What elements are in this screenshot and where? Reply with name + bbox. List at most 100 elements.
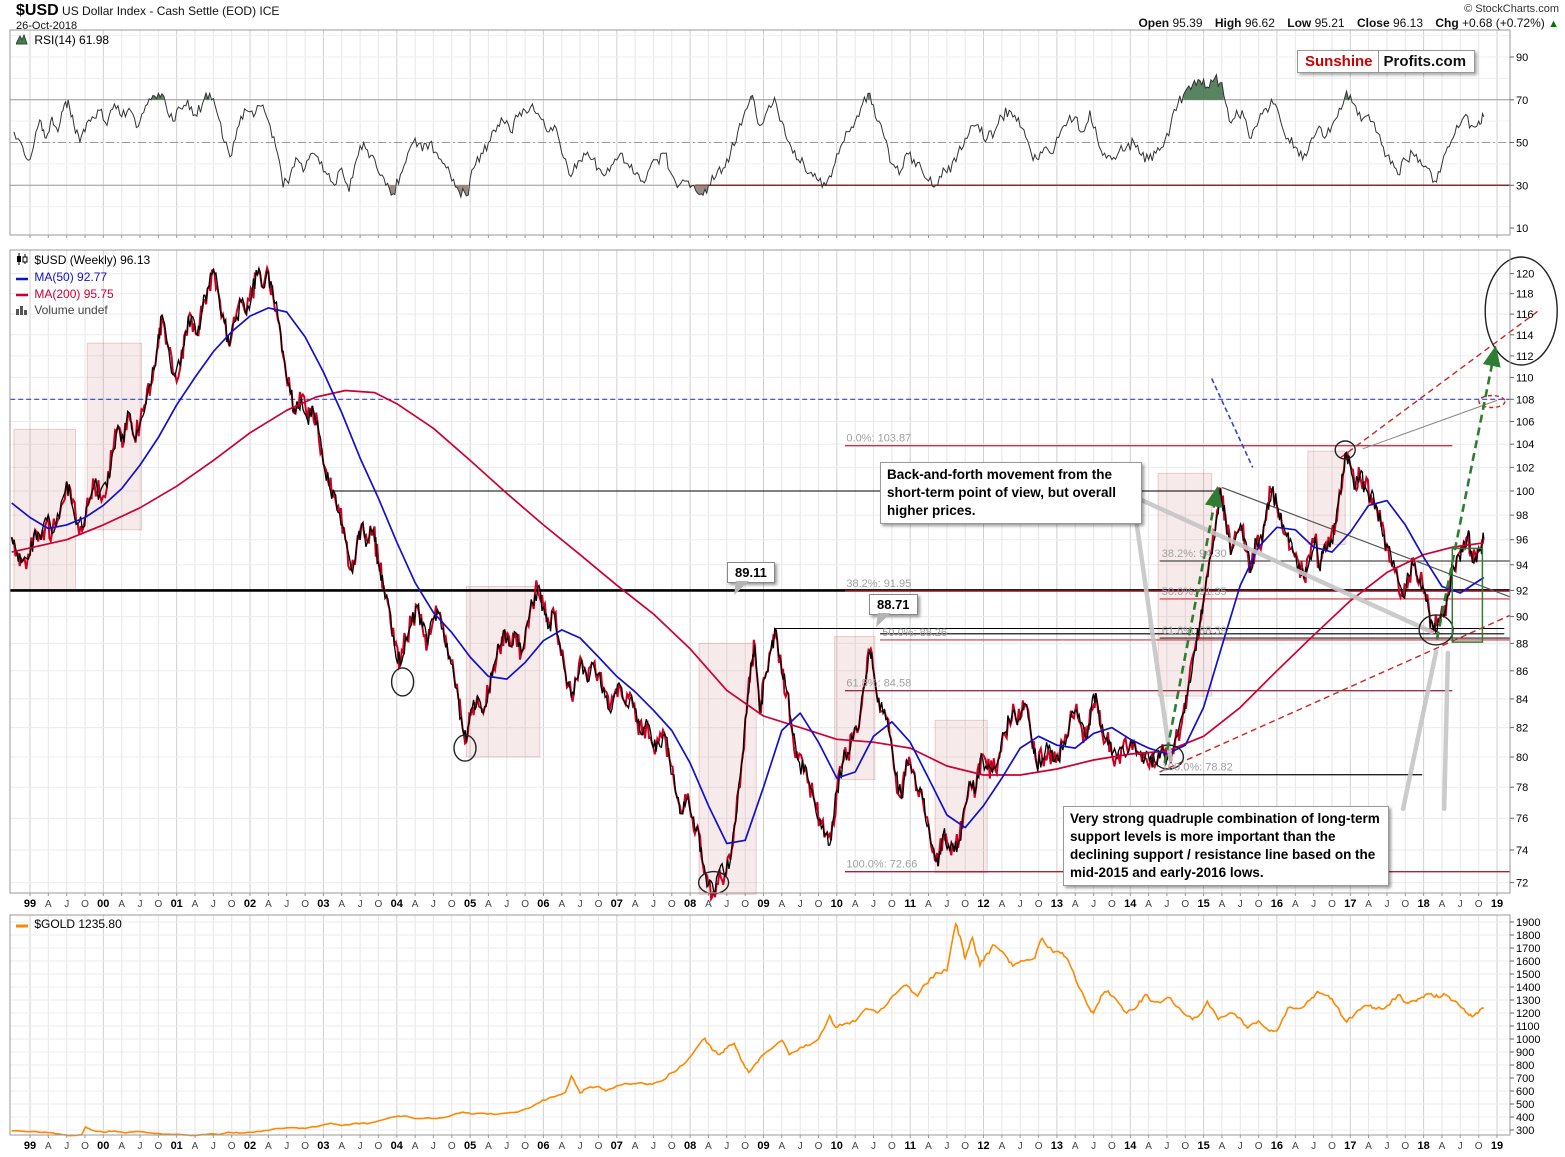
- symbol-label: $USD: [16, 2, 59, 19]
- ma200-legend-row: MA(200) 95.75: [16, 286, 150, 303]
- xtick-quarter-label: J: [358, 1141, 363, 1152]
- main-ytick-label: 74: [1516, 845, 1528, 857]
- xtick-year-label: 03: [317, 1140, 329, 1152]
- xtick-quarter-label: A: [118, 1141, 125, 1152]
- xtick-quarter-label: J: [578, 1141, 583, 1152]
- xtick-quarter-label: A: [45, 899, 52, 910]
- rsi-legend-label: RSI(14) 61.98: [34, 33, 109, 47]
- xtick-quarter-label: A: [412, 899, 419, 910]
- xtick-quarter-label: O: [741, 899, 749, 910]
- xtick-year-label: 12: [977, 1140, 989, 1152]
- main-ytick-label: 94: [1516, 560, 1528, 572]
- logo-profits: Profits.com: [1379, 51, 1475, 72]
- main-ytick-label: 110: [1516, 372, 1534, 384]
- xtick-quarter-label: O: [1181, 1141, 1189, 1152]
- chart-title: US Dollar Index - Cash Settle (EOD) ICE: [59, 4, 280, 18]
- xtick-year-label: 17: [1344, 898, 1356, 910]
- xtick-quarter-label: O: [1328, 899, 1336, 910]
- xtick-quarter-label: A: [1439, 899, 1446, 910]
- xtick-quarter-label: A: [999, 899, 1006, 910]
- price-callout-8871-label: 88.71: [877, 597, 910, 612]
- gold-ytick-label: 1200: [1516, 1008, 1540, 1020]
- xtick-year-label: 01: [171, 898, 183, 910]
- xtick-quarter-label: J: [1311, 1141, 1316, 1152]
- callout-wedge: [1444, 653, 1448, 809]
- fib-level-label: 61.8%: 84.58: [846, 678, 911, 690]
- xtick-quarter-label: O: [815, 899, 823, 910]
- up-arrow-icon: ▲: [1548, 18, 1559, 30]
- xtick-quarter-label: O: [81, 1141, 89, 1152]
- gold-legend-label: $GOLD 1235.80: [34, 917, 121, 931]
- main-ytick-label: 104: [1516, 439, 1534, 451]
- gold-line-swatch: [16, 918, 28, 932]
- xtick-quarter-label: J: [798, 899, 803, 910]
- xtick-quarter-label: A: [705, 1141, 712, 1152]
- xtick-year-label: 00: [97, 898, 109, 910]
- xtick-quarter-label: O: [155, 1141, 163, 1152]
- xtick-quarter-label: O: [741, 1141, 749, 1152]
- xtick-quarter-label: A: [632, 899, 639, 910]
- data-series: [12, 75, 1484, 1136]
- usd-legend-label: $USD (Weekly) 96.13: [34, 253, 150, 267]
- chg-value: +0.68 (+0.72%): [1462, 16, 1545, 30]
- xtick-year-label: 12: [977, 898, 989, 910]
- xtick-quarter-label: J: [1458, 899, 1463, 910]
- xtick-quarter-label: J: [138, 899, 143, 910]
- xtick-quarter-label: A: [632, 1141, 639, 1152]
- rsi-line: [14, 75, 1484, 197]
- xtick-quarter-label: A: [558, 1141, 565, 1152]
- xtick-quarter-label: J: [724, 899, 729, 910]
- xtick-quarter-label: O: [301, 1141, 309, 1152]
- stockcharts-page: 0.0%: 103.8738.2%: 91.9550.0%: 88.2661.8…: [0, 0, 1565, 1157]
- xtick-quarter-label: A: [1219, 1141, 1226, 1152]
- fib-level-label: 100.0%: 72.66: [846, 859, 917, 871]
- main-ytick-label: 92: [1516, 585, 1528, 597]
- gold-ytick-label: 1700: [1516, 943, 1540, 955]
- high-label: High: [1215, 16, 1242, 30]
- xtick-quarter-label: J: [1091, 899, 1096, 910]
- xtick-quarter-label: J: [431, 1141, 436, 1152]
- main-ytick-label: 106: [1516, 417, 1534, 429]
- xtick-quarter-label: A: [852, 1141, 859, 1152]
- xtick-year-label: 10: [831, 1140, 843, 1152]
- xtick-quarter-label: J: [1238, 899, 1243, 910]
- xtick-quarter-label: O: [1328, 1141, 1336, 1152]
- annotation-note-quadruple-support: Very strong quadruple combination of lon…: [1063, 806, 1389, 886]
- sunshine-profits-logo: Sunshine Profits.com: [1297, 50, 1475, 73]
- xtick-year-label: 00: [97, 1140, 109, 1152]
- gridlines: [10, 30, 1510, 1138]
- gold-ytick-label: 1900: [1516, 917, 1540, 929]
- xtick-quarter-label: A: [192, 899, 199, 910]
- xtick-quarter-label: A: [1145, 899, 1152, 910]
- main-ytick-label: 112: [1516, 351, 1534, 363]
- chart-date: 26-Oct-2018: [16, 20, 77, 32]
- xtick-year-label: 17: [1344, 1140, 1356, 1152]
- xtick-quarter-label: J: [504, 899, 509, 910]
- fib-level-label: 50.0%: 88.26: [882, 627, 947, 639]
- xtick-quarter-label: O: [1255, 1141, 1263, 1152]
- xtick-quarter-label: A: [485, 899, 492, 910]
- xtick-quarter-label: A: [778, 899, 785, 910]
- gold-ytick-label: 500: [1516, 1099, 1534, 1111]
- xtick-quarter-label: O: [375, 1141, 383, 1152]
- close-value: 96.13: [1393, 16, 1423, 30]
- overlay-line: [1340, 309, 1541, 458]
- low-label: Low: [1287, 16, 1311, 30]
- fib-level-label: 50.0%: 91.35: [1162, 586, 1227, 598]
- chg-label: Chg: [1435, 16, 1458, 30]
- main-ytick-label: 108: [1516, 394, 1534, 406]
- ma50-line-swatch: [16, 270, 28, 286]
- gold-ytick-label: 400: [1516, 1112, 1534, 1124]
- xtick-quarter-label: O: [228, 1141, 236, 1152]
- xtick-quarter-label: A: [1292, 899, 1299, 910]
- xtick-quarter-label: O: [888, 1141, 896, 1152]
- main-ytick-label: 88: [1516, 638, 1528, 650]
- main-ytick-label: 80: [1516, 752, 1528, 764]
- xtick-year-label: 11: [904, 898, 916, 910]
- green-dashed-arrow: [1437, 351, 1495, 640]
- xtick-quarter-label: A: [45, 1141, 52, 1152]
- xtick-year-label: 07: [611, 898, 623, 910]
- xtick-quarter-label: O: [448, 899, 456, 910]
- xtick-quarter-label: J: [871, 899, 876, 910]
- gold-ytick-label: 1500: [1516, 969, 1540, 981]
